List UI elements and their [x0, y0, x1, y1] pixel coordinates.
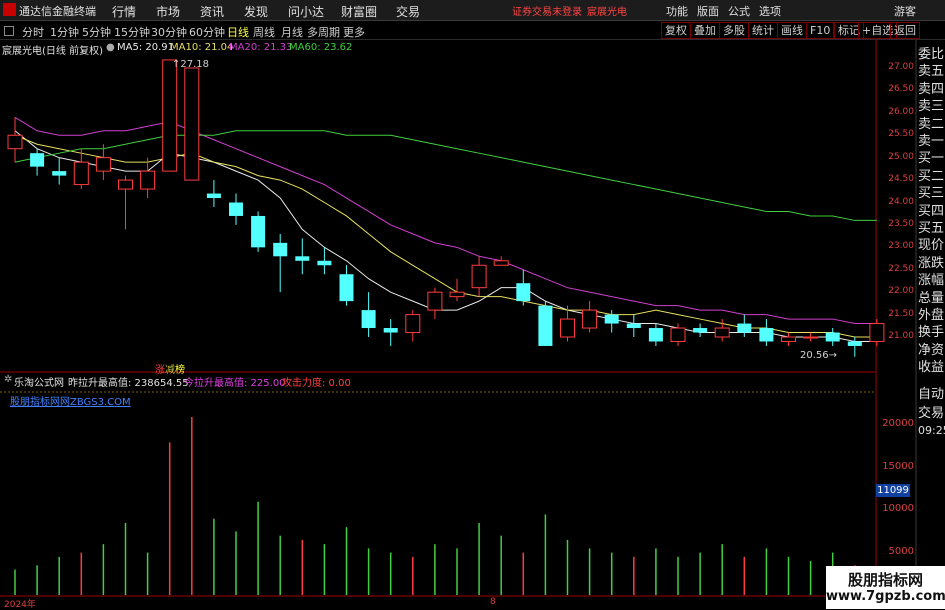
auto-label[interactable]: 自动	[918, 383, 945, 403]
side-item-4: 卖二	[918, 116, 945, 132]
candle-body-14	[317, 260, 332, 266]
price-tick-2: 26.00	[888, 106, 914, 117]
price-tick-7: 23.50	[888, 218, 914, 229]
watermark-logo: 股朋指标网 www.7gpzb.com	[826, 566, 945, 609]
current-volume: 11099	[876, 484, 910, 497]
candle-body-9	[206, 193, 221, 199]
candle-body-29	[648, 328, 663, 342]
date-label-start: 2024年	[4, 600, 36, 610]
gear-icon[interactable]: ✲	[4, 374, 12, 385]
side-item-3: 卖三	[918, 99, 945, 115]
candle-body-31	[693, 328, 708, 333]
candle-body-13	[295, 256, 310, 261]
candle-body-4	[95, 157, 111, 172]
candle-body-24	[538, 305, 553, 346]
side-item-14: 总量	[918, 290, 945, 306]
candle-body-35	[781, 336, 796, 342]
side-item-8: 买三	[918, 186, 945, 202]
price-tick-10: 22.00	[888, 286, 914, 297]
candle-body-18	[405, 314, 421, 334]
candle-body-11	[251, 215, 266, 248]
candle-body-21	[471, 264, 487, 289]
volume-tick-1: 15000	[882, 460, 914, 472]
candle-body-16	[361, 310, 376, 329]
candle-body-38	[847, 341, 862, 346]
watermark-url: www.7gpzb.com	[826, 589, 945, 604]
price-tick-11: 21.50	[888, 308, 914, 319]
price-tick-12: 21.00	[888, 331, 914, 341]
watermark-title: 股朋指标网	[847, 571, 923, 589]
price-tick-8: 23.00	[888, 241, 914, 252]
side-item-10: 买五	[918, 221, 945, 236]
candle-body-20	[449, 291, 465, 298]
candle-body-26	[582, 309, 598, 329]
lower-header: ✲ 乐淘公式网 昨拉升最高值: 238654.55 今拉升最高值: 225.00…	[0, 373, 876, 389]
candle-body-1	[30, 153, 45, 167]
candle-body-34	[759, 328, 774, 342]
side-item-2: 卖四	[918, 81, 945, 97]
side-item-18: 收益	[918, 360, 945, 376]
price-tick-6: 24.00	[888, 196, 914, 207]
candle-body-19	[427, 291, 443, 311]
ind1-label: 昨拉升最高值: 238654.55	[68, 378, 189, 389]
candle-body-7	[162, 59, 178, 172]
ma20-line	[14, 116, 877, 325]
candle-body-30	[670, 327, 686, 342]
volume-tick-0: 20000	[882, 418, 914, 430]
candle-body-32	[714, 327, 730, 338]
ind2-label: 今拉升最高值: 225.00	[184, 378, 286, 389]
side-item-13: 涨幅	[918, 273, 945, 289]
candle-body-8	[184, 67, 200, 181]
site-link[interactable]: 股朋指标网网ZBGS3.COM	[10, 393, 131, 408]
candle-body-28	[626, 323, 641, 329]
high-annotation: ↑27.18	[172, 59, 210, 70]
price-tick-5: 24.50	[888, 174, 914, 185]
side-item-0: 委比	[918, 47, 945, 62]
trade-label[interactable]: 交易	[918, 402, 945, 422]
time-label: 09:25	[918, 424, 945, 437]
side-item-9: 买四	[918, 203, 945, 219]
price-tick-3: 25.50	[888, 129, 914, 140]
low-annotation: 20.56→	[800, 350, 838, 361]
candle-body-22	[493, 260, 509, 266]
candle-body-27	[604, 314, 619, 324]
candle-body-36	[803, 336, 819, 339]
formula-name: 乐淘公式网	[14, 378, 64, 389]
side-item-17: 净资	[918, 342, 945, 358]
side-item-6: 买一	[918, 151, 945, 167]
side-item-11: 现价	[918, 238, 945, 254]
candle-body-12	[273, 242, 288, 257]
candle-body-2	[52, 171, 67, 176]
ma10-line	[14, 134, 877, 338]
candle-body-15	[339, 274, 354, 302]
candle-body-6	[140, 170, 156, 190]
candle-body-23	[516, 283, 531, 302]
candle-body-3	[73, 161, 89, 186]
side-item-1: 卖五	[918, 64, 945, 80]
candle-body-10	[229, 202, 243, 216]
side-item-5: 卖一	[918, 134, 945, 149]
side-item-15: 外盘	[918, 308, 945, 323]
volume-tick-2: 10000	[882, 503, 914, 515]
date-label-mid: 8	[490, 597, 496, 607]
candle-body-17	[383, 328, 398, 333]
price-tick-4: 25.00	[888, 151, 914, 162]
candle-body-25	[560, 318, 575, 338]
candle-body-0	[7, 134, 23, 150]
side-item-12: 涨跌	[918, 255, 945, 271]
kline-chart[interactable]	[0, 0, 945, 609]
candle-body-37	[825, 332, 840, 342]
ind3-label: 攻击力度: 0.00	[282, 378, 351, 389]
side-item-16: 换手	[918, 325, 945, 341]
price-tick-0: 27.00	[888, 62, 914, 72]
volume-tick-3: 5000	[888, 545, 914, 557]
price-tick-1: 26.50	[888, 84, 914, 95]
price-tick-9: 22.50	[888, 263, 914, 274]
candle-body-5	[118, 179, 133, 190]
candle-body-33	[737, 323, 752, 333]
side-item-7: 买二	[918, 168, 945, 184]
